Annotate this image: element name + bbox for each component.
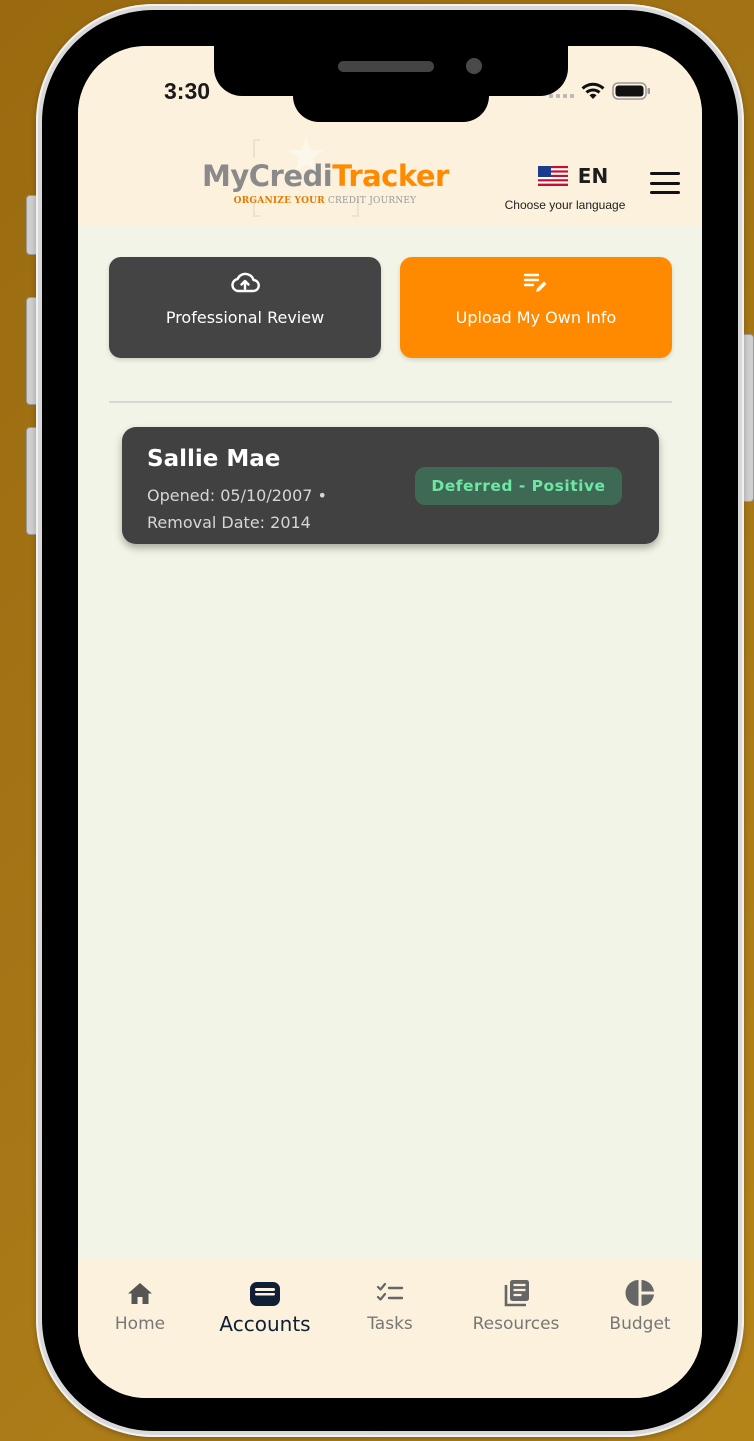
- account-opened-date: Opened: 05/10/2007 •: [147, 486, 327, 505]
- status-icons: [549, 82, 652, 100]
- logo-tagline: ORGANIZE YOUR CREDIT JOURNEY: [202, 196, 448, 206]
- resources-icon: [504, 1280, 529, 1307]
- nav-item-budget[interactable]: Budget: [605, 1278, 675, 1334]
- professional-review-button[interactable]: Professional Review: [109, 257, 381, 358]
- nav-label-accounts: Accounts: [219, 1312, 311, 1336]
- logo-tagline-part1: ORGANIZE YOUR: [233, 196, 325, 206]
- upload-own-info-button[interactable]: Upload My Own Info: [400, 257, 672, 358]
- nav-item-resources[interactable]: Resources: [464, 1278, 568, 1334]
- professional-review-label: Professional Review: [165, 308, 325, 327]
- nav-label-budget: Budget: [609, 1314, 671, 1334]
- nav-label-resources: Resources: [472, 1314, 560, 1334]
- section-divider: [109, 401, 672, 403]
- nav-label-home: Home: [114, 1314, 166, 1334]
- accounts-content: Professional Review Upload My Own Info S…: [78, 226, 702, 1260]
- app-logo[interactable]: MyCrediTracker ORGANIZE YOUR CREDIT JOUR…: [202, 159, 449, 207]
- phone-screen: 3:30 MyCrediTracker ORGANIZE YOUR CREDIT…: [78, 46, 702, 1398]
- nav-label-tasks: Tasks: [367, 1314, 413, 1334]
- account-card[interactable]: Sallie Mae Opened: 05/10/2007 • Removal …: [122, 427, 659, 544]
- tasks-icon: [376, 1282, 404, 1301]
- language-hint: Choose your language: [504, 198, 626, 212]
- language-code: EN: [577, 164, 609, 188]
- hamburger-menu-icon[interactable]: [650, 172, 680, 194]
- nav-item-tasks[interactable]: Tasks: [359, 1278, 421, 1334]
- wifi-icon: [581, 82, 605, 99]
- front-camera: [466, 58, 482, 74]
- home-icon: [128, 1283, 152, 1304]
- account-removal-date: Removal Date: 2014: [147, 513, 311, 532]
- status-time: 3:30: [164, 78, 211, 104]
- account-meta: Opened: 05/10/2007 • Removal Date: 2014: [147, 482, 327, 536]
- logo-text-tracker: Tracker: [332, 159, 449, 193]
- speaker-grille: [338, 61, 434, 72]
- phone-notch-lower: [293, 86, 489, 122]
- edit-note-icon: [523, 273, 547, 292]
- logo-tagline-part2: CREDIT JOURNEY: [327, 196, 417, 206]
- language-selector[interactable]: EN Choose your language: [490, 164, 640, 212]
- wallet-icon: [250, 1282, 280, 1306]
- nav-item-accounts[interactable]: Accounts: [212, 1278, 318, 1336]
- budget-icon: [625, 1280, 654, 1306]
- upload-own-info-label: Upload My Own Info: [455, 308, 617, 327]
- bottom-navigation: Home Accounts Tasks Resources Budget: [78, 1260, 702, 1398]
- us-flag-icon: [537, 166, 568, 186]
- logo-text-mycredi: MyCredi: [202, 159, 333, 193]
- battery-icon: [612, 82, 650, 100]
- cloud-upload-icon: [231, 272, 260, 293]
- nav-item-home[interactable]: Home: [112, 1278, 168, 1334]
- account-name: Sallie Mae: [147, 446, 281, 472]
- status-badge: Deferred - Positive: [415, 467, 622, 505]
